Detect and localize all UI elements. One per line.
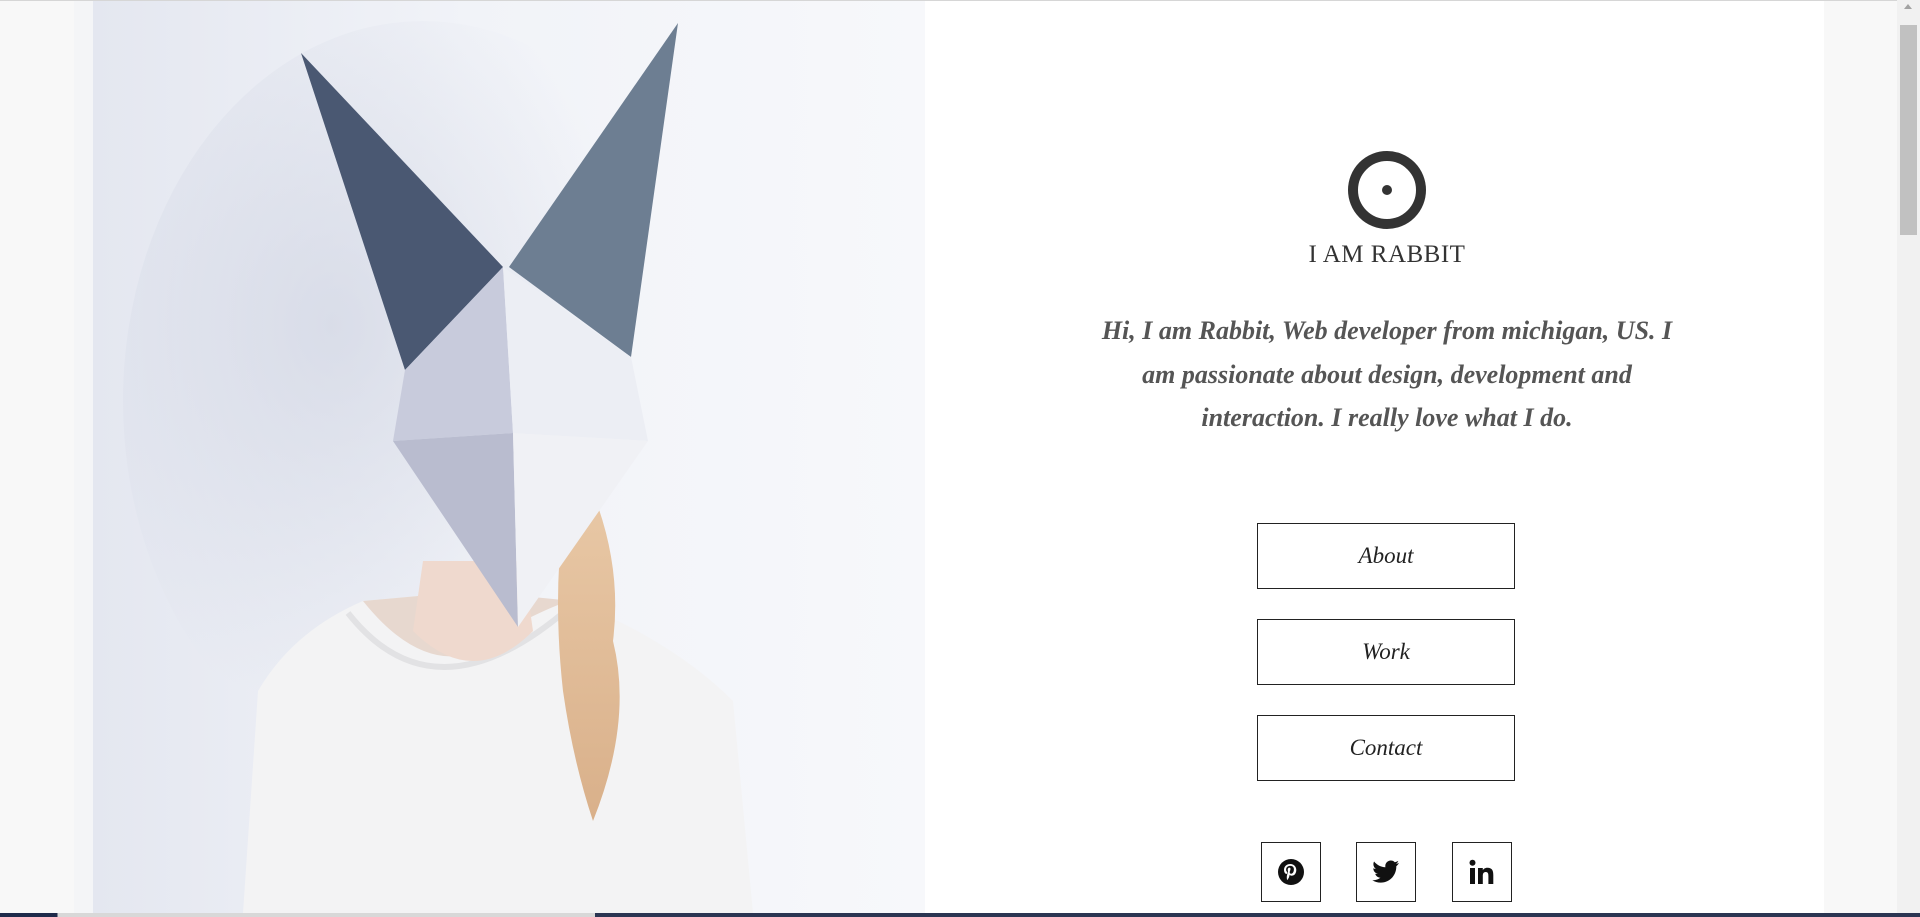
hero-photo	[93, 1, 925, 913]
intro-text: Hi, I am Rabbit, Web developer from mich…	[1101, 316, 1673, 432]
work-button[interactable]: Work	[1257, 619, 1515, 685]
pinterest-button[interactable]	[1261, 842, 1321, 902]
scrollbar-thumb[interactable]	[1900, 25, 1917, 235]
twitter-button[interactable]	[1356, 842, 1416, 902]
logo-icon	[1348, 151, 1426, 229]
intro-panel: I AM RABBIT Hi, I am Rabbit, Web develop…	[925, 1, 1824, 913]
logo-dot	[1382, 185, 1392, 195]
scroll-up-arrow-icon[interactable]	[1904, 4, 1912, 9]
vertical-scrollbar[interactable]	[1897, 0, 1920, 913]
left-gutter	[74, 1, 93, 913]
linkedin-icon	[1469, 859, 1494, 884]
about-button[interactable]: About	[1257, 523, 1515, 589]
taskbar-strip	[0, 913, 1920, 917]
linkedin-button[interactable]	[1452, 842, 1512, 902]
contact-button[interactable]: Contact	[1257, 715, 1515, 781]
site-title: I AM RABBIT	[1308, 241, 1466, 268]
twitter-icon	[1372, 860, 1399, 883]
pinterest-icon	[1278, 859, 1304, 885]
